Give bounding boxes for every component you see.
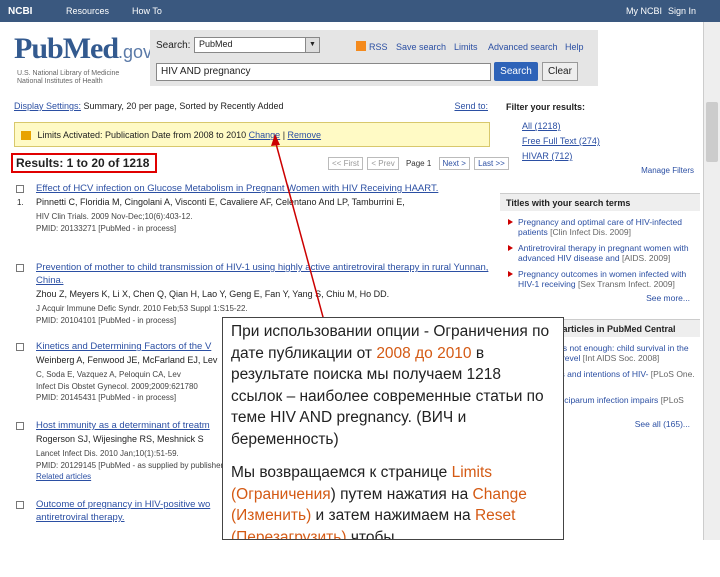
result-checkbox[interactable] — [16, 422, 24, 430]
result-checkbox[interactable] — [16, 501, 24, 509]
rss-icon[interactable] — [356, 41, 366, 51]
chevron-down-icon: ▼ — [305, 38, 319, 52]
results-count: Results: 1 to 20 of 1218 — [11, 153, 157, 173]
result-journal: HIV Clin Trials. 2009 Nov-Dec;10(6):403-… — [36, 212, 193, 221]
pager: << First < Prev Page 1 Next > Last >> — [328, 157, 511, 170]
pager-prev[interactable]: < Prev — [367, 157, 399, 170]
filter-free-full-text[interactable]: Free Full Text (274) — [522, 136, 700, 146]
titles-heading: Titles with your search terms — [500, 193, 700, 211]
send-to-link[interactable]: Send to: — [454, 101, 488, 111]
remove-limits-link[interactable]: Remove — [288, 130, 322, 140]
howto-menu[interactable]: How To — [132, 6, 162, 16]
pubmed-header: PubMed.gov U.S. National Library of Medi… — [0, 22, 700, 90]
annotation-paragraph-2: Мы возвращаемся к странице Limits (Огран… — [231, 464, 527, 540]
result-authors: Zhou Z, Meyers K, Li X, Chen Q, Qian H, … — [36, 289, 390, 299]
result-checkbox[interactable] — [16, 264, 24, 272]
title-item[interactable]: Pregnancy outcomes in women infected wit… — [500, 269, 700, 289]
display-settings-link[interactable]: Display Settings: — [14, 101, 81, 111]
pubmed-logo[interactable]: PubMed.gov U.S. National Library of Medi… — [14, 32, 152, 85]
change-limits-link[interactable]: Change — [249, 130, 281, 140]
filter-hivar[interactable]: HIVAR (712) — [522, 151, 700, 161]
search-button[interactable]: Search — [494, 62, 538, 81]
filter-all[interactable]: All (1218) — [522, 121, 700, 131]
bullet-icon — [508, 219, 513, 225]
pager-page: Page 1 — [405, 159, 432, 168]
result-authors: Pinnetti C, Floridia M, Cingolani A, Vis… — [36, 197, 405, 207]
annotation-callout: При использовании опции - Ограничения по… — [222, 317, 564, 540]
rss-link[interactable]: RSS — [369, 42, 388, 52]
display-settings-bar: Display Settings: Summary, 20 per page, … — [14, 101, 488, 113]
search-input[interactable]: HIV AND pregnancy — [156, 63, 491, 81]
result-title[interactable]: Prevention of mother to child transmissi… — [36, 261, 491, 287]
filter-heading: Filter your results: — [500, 98, 700, 116]
title-item[interactable]: Pregnancy and optimal care of HIV-infect… — [500, 217, 700, 237]
save-search-link[interactable]: Save search — [396, 42, 446, 52]
display-summary: Summary, 20 per page, Sorted by Recently… — [83, 101, 284, 111]
clear-button[interactable]: Clear — [542, 62, 578, 81]
search-label: Search: — [156, 40, 191, 51]
pager-next[interactable]: Next > — [438, 157, 470, 170]
result-journal: J Acquir Immune Defic Syndr. 2010 Feb;53… — [36, 304, 248, 313]
ncbi-logo[interactable]: NCBI — [8, 6, 32, 17]
result-checkbox[interactable] — [16, 343, 24, 351]
ncbi-top-bar: NCBI Resources How To My NCBI Sign In — [0, 0, 720, 22]
annotation-paragraph-1: При использовании опции - Ограничения по… — [231, 323, 550, 448]
bullet-icon — [508, 271, 513, 277]
result-pmid: PMID: 20133271 [PubMed - in process] — [36, 224, 177, 233]
scrollbar[interactable] — [703, 22, 720, 540]
warning-icon — [21, 131, 31, 141]
see-more-link[interactable]: See more... — [500, 293, 690, 303]
database-select[interactable]: PubMed ▼ — [194, 37, 320, 53]
limits-text: Limits Activated: Publication Date from … — [37, 130, 247, 140]
title-item[interactable]: Antiretroviral therapy in pregnant women… — [500, 243, 700, 263]
limits-activated-box: Limits Activated: Publication Date from … — [14, 122, 490, 147]
sign-in-link[interactable]: Sign In — [668, 6, 696, 16]
my-ncbi-link[interactable]: My NCBI — [626, 6, 662, 16]
limits-link[interactable]: Limits — [454, 42, 478, 52]
advanced-search-link[interactable]: Advanced search — [488, 42, 558, 52]
result-item: 1. Effect of HCV infection on Glucose Me… — [14, 182, 494, 261]
search-area: Search: PubMed ▼ RSS Save search Limits A… — [150, 30, 598, 86]
result-checkbox[interactable] — [16, 185, 24, 193]
resources-menu[interactable]: Resources — [66, 6, 109, 16]
bullet-icon — [508, 245, 513, 251]
pager-first[interactable]: << First — [328, 157, 364, 170]
result-number: 1. — [17, 198, 24, 207]
result-title[interactable]: Effect of HCV infection on Glucose Metab… — [36, 182, 491, 195]
help-link[interactable]: Help — [565, 42, 584, 52]
manage-filters-link[interactable]: Manage Filters — [500, 166, 694, 175]
scrollbar-thumb[interactable] — [706, 102, 718, 162]
